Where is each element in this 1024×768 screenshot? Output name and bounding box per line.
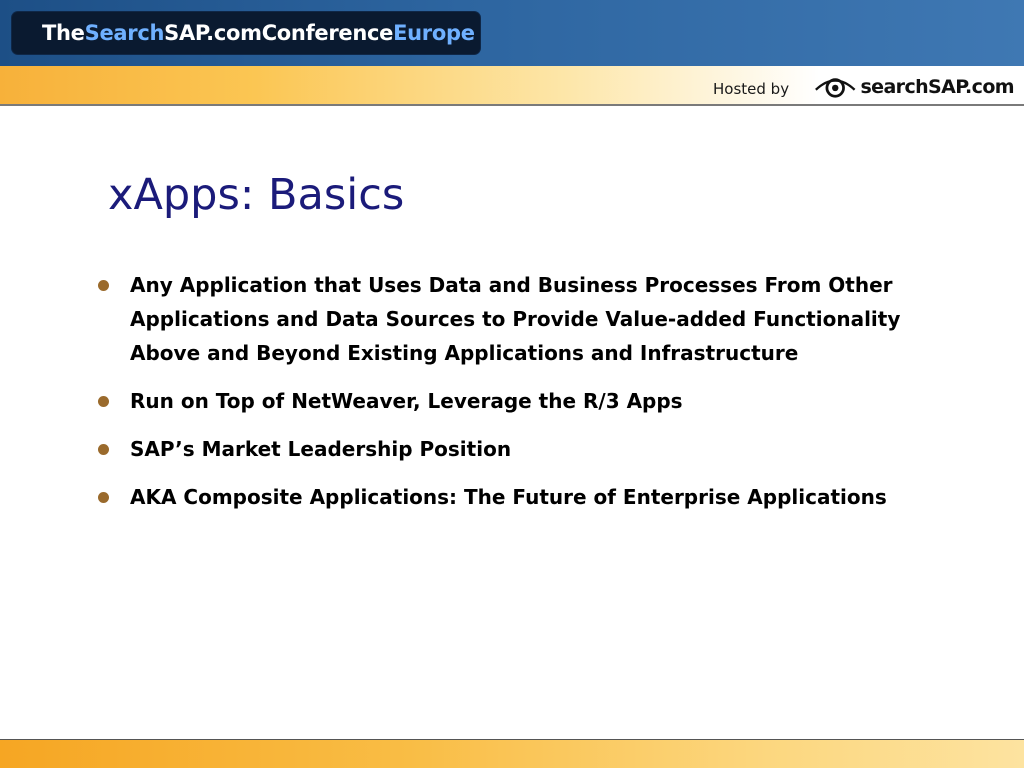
bullet-text: Run on Top of NetWeaver, Leverage the R/… — [130, 389, 683, 413]
conference-title-search: Search — [84, 21, 165, 45]
searchsap-logo: searchSAP.com — [814, 70, 1015, 104]
bullet-item: SAP’s Market Leadership Position — [96, 432, 926, 466]
slide: The Search SAP.com Conference Europe Hos… — [0, 0, 1024, 768]
bullet-item: Run on Top of NetWeaver, Leverage the R/… — [96, 384, 926, 418]
bullet-list: Any Application that Uses Data and Busin… — [96, 268, 926, 528]
bullet-dot-icon — [98, 444, 109, 455]
conference-title-europe: Europe — [393, 21, 475, 45]
conference-title-conference: Conference — [261, 21, 394, 45]
bullet-text: Any Application that Uses Data and Busin… — [130, 273, 901, 365]
conference-title-sap: SAP.com — [164, 21, 262, 45]
bullet-dot-icon — [98, 280, 109, 291]
bullet-item: AKA Composite Applications: The Future o… — [96, 480, 926, 514]
bullet-dot-icon — [98, 396, 109, 407]
logo-text: searchSAP.com — [860, 76, 1014, 98]
conference-title-the: The — [42, 21, 85, 45]
bullet-item: Any Application that Uses Data and Busin… — [96, 268, 926, 370]
hosted-by-label: Hosted by — [713, 80, 790, 98]
bullet-text: SAP’s Market Leadership Position — [130, 437, 512, 461]
bullet-text: AKA Composite Applications: The Future o… — [130, 485, 887, 509]
header-banner: The Search SAP.com Conference Europe — [0, 0, 1024, 66]
footer-orange-bar — [0, 739, 1024, 768]
eye-icon — [815, 78, 856, 98]
bullet-dot-icon — [98, 492, 109, 503]
slide-title: xApps: Basics — [108, 170, 405, 220]
conference-title: The Search SAP.com Conference Europe — [12, 12, 480, 54]
